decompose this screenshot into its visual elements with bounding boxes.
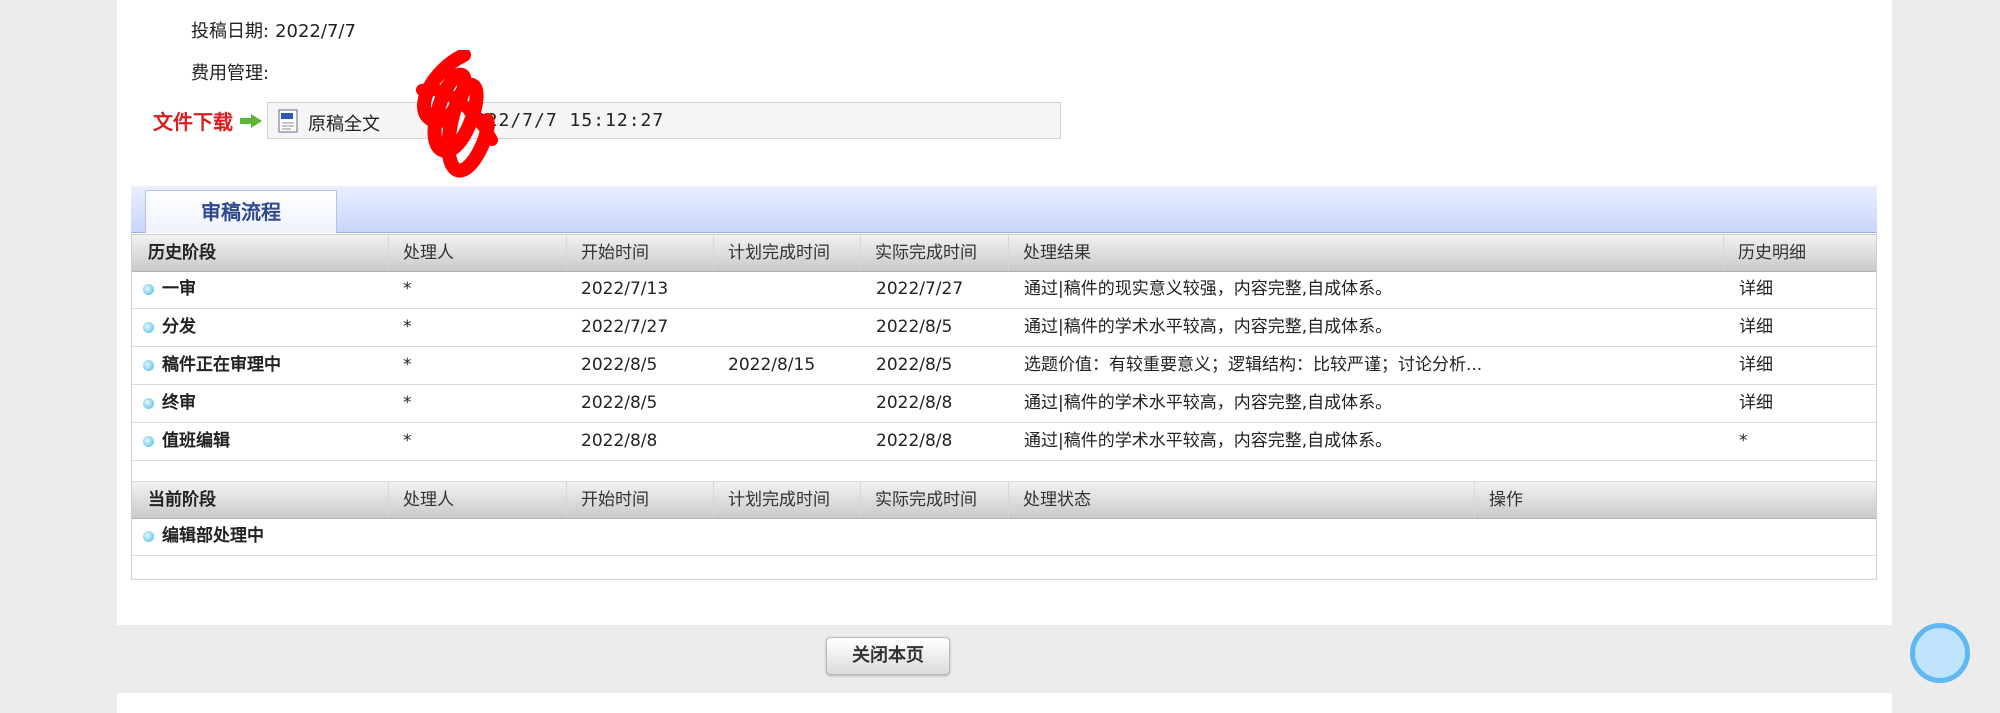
table-row: 一审 * 2022/7/13 2022/7/27 通过|稿件的现实意义较强，内容… <box>132 271 1876 309</box>
current-header-status: 处理状态 <box>1008 482 1474 518</box>
result: 通过|稿件的学术水平较高，内容完整,自成体系。 <box>1024 317 1393 337</box>
start-time: 2022/7/13 <box>581 279 669 299</box>
bullet-icon <box>143 531 154 542</box>
bullet-icon <box>143 322 154 333</box>
redaction-scribble <box>416 50 498 178</box>
file-download-box: 原稿全文 2022/7/7 15:12:27 <box>267 102 1061 139</box>
planned-time: 2022/8/15 <box>728 355 816 375</box>
actual-time: 2022/8/8 <box>876 393 953 413</box>
fee-label: 费用管理: <box>191 63 270 84</box>
handler: * <box>403 431 412 451</box>
handler: * <box>403 317 412 337</box>
word-document-icon <box>278 109 298 133</box>
current-header-planned: 计划完成时间 <box>713 482 860 518</box>
table-row: 稿件正在审理中 * 2022/8/5 2022/8/15 2022/8/5 选题… <box>132 347 1876 385</box>
stage-name: 一审 <box>162 279 196 299</box>
history-header-start: 开始时间 <box>566 235 713 271</box>
actual-time: 2022/8/5 <box>876 317 953 337</box>
result: 通过|稿件的现实意义较强，内容完整,自成体系。 <box>1024 279 1393 299</box>
stage-name: 终审 <box>162 393 196 413</box>
start-time: 2022/8/8 <box>581 431 658 451</box>
floating-assist-button[interactable] <box>1910 623 1970 683</box>
bullet-icon <box>143 398 154 409</box>
result: 通过|稿件的学术水平较高，内容完整,自成体系。 <box>1024 393 1393 413</box>
file-download-link[interactable]: 原稿全文 <box>308 110 380 136</box>
current-header-row: 当前阶段 处理人 开始时间 计划完成时间 实际完成时间 处理状态 操作 <box>132 482 1876 519</box>
detail-link[interactable]: 详细 <box>1739 347 1773 384</box>
bullet-icon <box>143 284 154 295</box>
close-page-button[interactable]: 关闭本页 <box>826 637 950 675</box>
current-stage-name: 编辑部处理中 <box>162 526 264 546</box>
table-row: 终审 * 2022/8/5 2022/8/8 通过|稿件的学术水平较高，内容完整… <box>132 385 1876 423</box>
history-header-result: 处理结果 <box>1008 235 1723 271</box>
start-time: 2022/8/5 <box>581 355 658 375</box>
current-header-handler: 处理人 <box>388 482 566 518</box>
footer-bar <box>117 625 1892 693</box>
spacer-row <box>132 461 1876 482</box>
result-link[interactable]: 选题价值：有较重要意义；逻辑结构：比较严谨；讨论分析... <box>1024 347 1482 384</box>
stage-name: 稿件正在审理中 <box>162 355 281 375</box>
history-header-planned: 计划完成时间 <box>713 235 860 271</box>
download-label: 文件下载 <box>153 110 233 134</box>
fee-line: 费用管理: <box>191 59 275 85</box>
detail-value: * <box>1739 431 1748 451</box>
tab-review-process[interactable]: 审稿流程 <box>145 190 337 233</box>
current-header-action: 操作 <box>1474 482 1878 518</box>
bullet-icon <box>143 436 154 447</box>
result: 通过|稿件的学术水平较高，内容完整,自成体系。 <box>1024 431 1393 451</box>
handler: * <box>403 355 412 375</box>
actual-time: 2022/7/27 <box>876 279 964 299</box>
history-header-handler: 处理人 <box>388 235 566 271</box>
actual-time: 2022/8/8 <box>876 431 953 451</box>
handler: * <box>403 393 412 413</box>
review-process-tab-bar: 审稿流程 <box>131 186 1877 233</box>
table-row: 分发 * 2022/7/27 2022/8/5 通过|稿件的学术水平较高，内容完… <box>132 309 1876 347</box>
current-header-actual: 实际完成时间 <box>860 482 1008 518</box>
current-header-start: 开始时间 <box>566 482 713 518</box>
history-header-stage: 历史阶段 <box>148 243 216 263</box>
stage-name: 分发 <box>162 317 196 337</box>
start-time: 2022/8/5 <box>581 393 658 413</box>
history-header-row: 历史阶段 处理人 开始时间 计划完成时间 实际完成时间 处理结果 历史明细 <box>132 235 1876 272</box>
submit-date-value: 2022/7/7 <box>275 21 356 42</box>
table-row: 编辑部处理中 <box>132 518 1876 556</box>
bullet-icon <box>143 360 154 371</box>
table-row: 值班编辑 * 2022/8/8 2022/8/8 通过|稿件的学术水平较高，内容… <box>132 423 1876 461</box>
handler: * <box>403 279 412 299</box>
detail-link[interactable]: 详细 <box>1739 271 1773 308</box>
submit-date-line: 投稿日期: 2022/7/7 <box>191 17 356 43</box>
arrow-right-icon <box>240 114 262 128</box>
current-header-stage: 当前阶段 <box>148 490 216 510</box>
detail-link[interactable]: 详细 <box>1739 309 1773 346</box>
stage-name: 值班编辑 <box>162 431 230 451</box>
history-header-detail: 历史明细 <box>1723 235 1878 271</box>
submit-date-label: 投稿日期: <box>191 21 270 42</box>
actual-time: 2022/8/5 <box>876 355 953 375</box>
detail-link[interactable]: 详细 <box>1739 385 1773 422</box>
review-process-table: 历史阶段 处理人 开始时间 计划完成时间 实际完成时间 处理结果 历史明细 一审… <box>131 234 1877 580</box>
page-content: 投稿日期: 2022/7/7 费用管理: 文件下载 原稿全文 2022/7/7 1… <box>117 0 1892 713</box>
start-time: 2022/7/27 <box>581 317 669 337</box>
history-header-actual: 实际完成时间 <box>860 235 1008 271</box>
